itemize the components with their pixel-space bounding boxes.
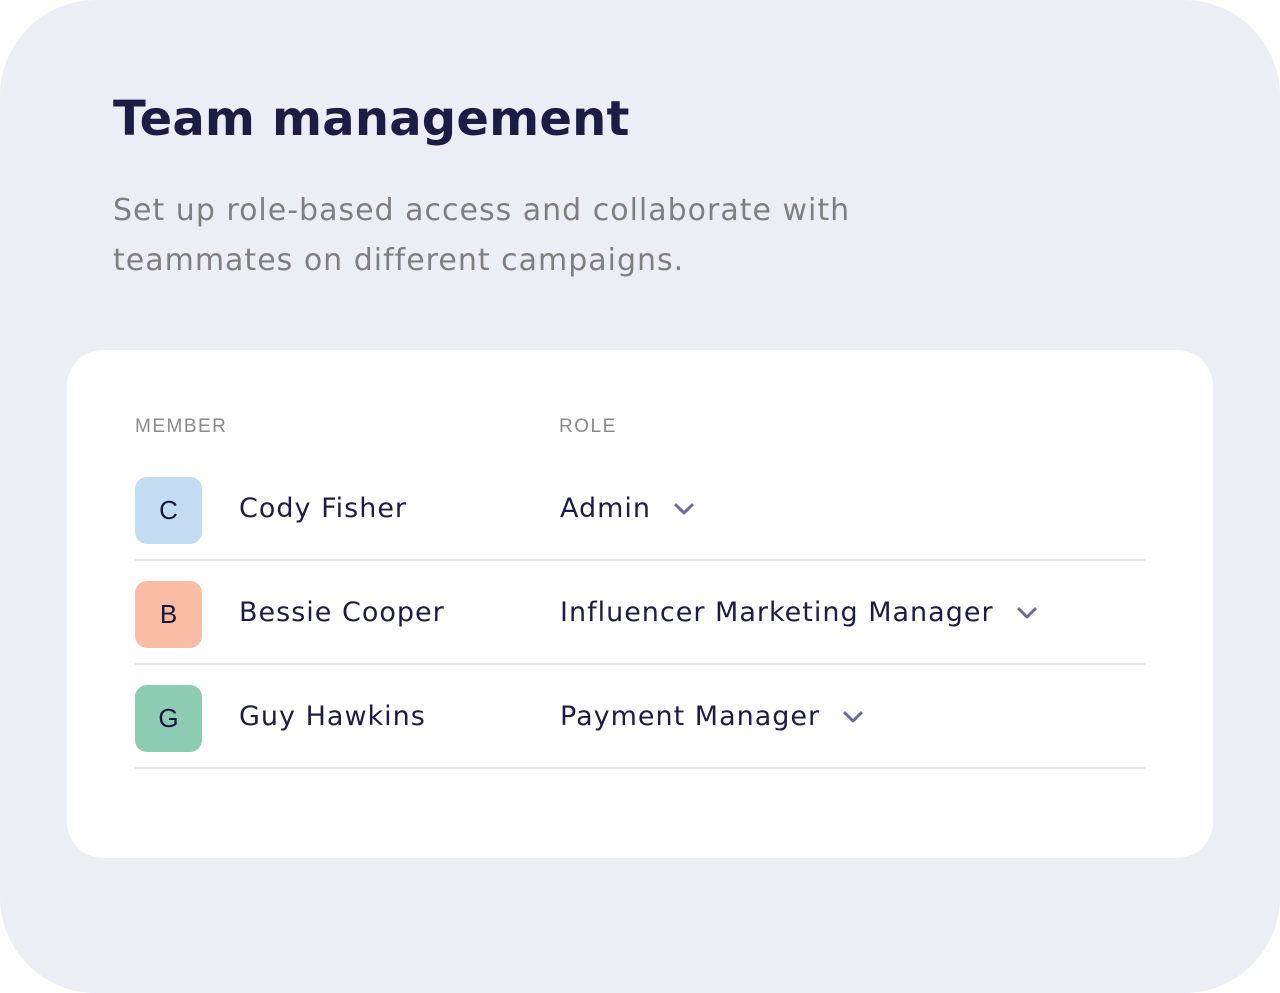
subtitle-line-1: Set up role-based access and collaborate…	[113, 193, 851, 228]
members-card: MEMBER ROLE C Cody Fisher Admin B Bessie…	[67, 350, 1213, 858]
chevron-down-icon	[673, 502, 695, 516]
page-subtitle: Set up role-based access and collaborate…	[113, 186, 953, 286]
table-row: B Bessie Cooper Influencer Marketing Man…	[135, 561, 1145, 665]
role-label: Admin	[560, 493, 652, 524]
page-title: Team management	[113, 91, 630, 147]
member-name: Bessie Cooper	[239, 597, 445, 628]
member-name: Cody Fisher	[239, 493, 408, 524]
role-dropdown[interactable]: Influencer Marketing Manager	[560, 591, 1038, 635]
chevron-down-icon	[842, 710, 864, 724]
table-row: G Guy Hawkins Payment Manager	[135, 665, 1145, 769]
role-column-header: ROLE	[559, 416, 617, 437]
members-table: C Cody Fisher Admin B Bessie Cooper Infl…	[135, 457, 1145, 769]
role-label: Payment Manager	[560, 701, 821, 732]
team-management-panel: Team management Set up role-based access…	[0, 0, 1280, 993]
chevron-down-icon	[1016, 606, 1038, 620]
table-row: C Cody Fisher Admin	[135, 457, 1145, 561]
avatar: G	[135, 685, 202, 752]
member-column-header: MEMBER	[135, 416, 228, 437]
avatar: C	[135, 477, 202, 544]
subtitle-line-2: teammates on different campaigns.	[113, 243, 685, 278]
role-label: Influencer Marketing Manager	[560, 597, 994, 628]
role-dropdown[interactable]: Admin	[560, 487, 695, 531]
avatar: B	[135, 581, 202, 648]
table-header: MEMBER ROLE	[67, 416, 1213, 438]
member-name: Guy Hawkins	[239, 701, 426, 732]
role-dropdown[interactable]: Payment Manager	[560, 695, 864, 739]
